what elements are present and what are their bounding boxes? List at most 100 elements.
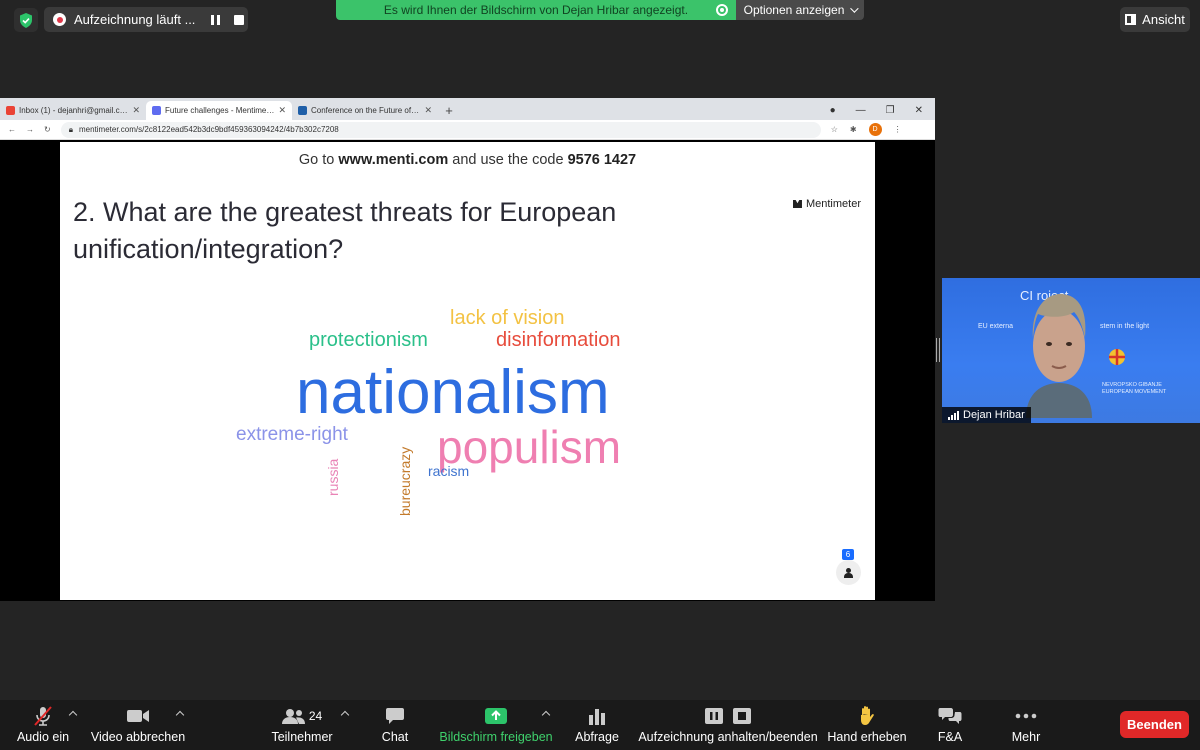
mentimeter-brand-text: Mentimeter <box>805 198 861 210</box>
share-screen-button[interactable]: Bildschirm freigeben <box>439 704 553 748</box>
muted-microphone-icon <box>34 706 52 726</box>
participant-name: Dejan Hribar <box>963 409 1025 421</box>
security-shield-icon[interactable] <box>14 8 38 32</box>
chat-bubble-icon <box>386 708 404 724</box>
recording-indicator: Aufzeichnung läuft ... <box>44 7 248 32</box>
poll-bar-chart-icon <box>589 709 605 725</box>
chevron-down-icon <box>850 4 860 13</box>
word-cloud-item: extreme-right <box>236 424 348 445</box>
audio-button[interactable]: Audio ein <box>14 704 72 748</box>
pause-icon <box>705 708 723 724</box>
more-dots-icon <box>1015 713 1037 719</box>
raise-hand-button-label: Hand erheben <box>827 730 907 744</box>
stop-icon <box>733 708 751 724</box>
end-meeting-button[interactable]: Beenden <box>1120 711 1189 738</box>
maximize-icon[interactable]: ❐ <box>886 105 895 116</box>
participants-button-label: Teilnehmer <box>271 730 333 744</box>
recording-control-button[interactable]: Aufzeichnung anhalten/beenden <box>638 704 818 748</box>
chat-button[interactable]: Chat <box>376 704 414 748</box>
mentimeter-favicon-icon <box>152 106 161 115</box>
meeting-toolbar: Audio ein Video abbrechen 24 Teilnehmer … <box>0 700 1200 750</box>
conference-favicon-icon <box>298 106 307 115</box>
more-button-label: Mehr <box>1011 730 1041 744</box>
mentimeter-logo: Mentimeter <box>792 198 861 210</box>
response-counter[interactable]: 6 <box>836 549 861 585</box>
stop-recording-button[interactable] <box>234 14 245 25</box>
mentimeter-slide: Go to www.menti.com and use the code 957… <box>60 142 875 600</box>
word-cloud-item: lack of vision <box>450 307 565 329</box>
view-layout-icon <box>1125 14 1137 25</box>
qa-button[interactable]: F&A <box>936 704 964 748</box>
european-movement-logo-icon <box>1109 349 1125 365</box>
extensions-icon[interactable]: ✱ <box>850 125 857 134</box>
view-options-button[interactable]: Optionen anzeigen <box>736 0 864 20</box>
new-tab-button[interactable]: + <box>438 101 460 120</box>
share-status-icon <box>716 4 728 16</box>
recording-dot-icon <box>53 13 66 26</box>
forward-arrow-icon[interactable]: → <box>26 125 34 134</box>
view-options-label: Optionen anzeigen <box>743 3 845 17</box>
word-cloud-item: disinformation <box>496 329 621 351</box>
poll-button[interactable]: Abfrage <box>574 704 620 748</box>
close-tab-icon[interactable]: ✕ <box>132 105 140 116</box>
screen-share-banner: Es wird Ihnen der Bildschirm von Dejan H… <box>336 0 736 20</box>
more-button[interactable]: Mehr <box>1010 704 1042 748</box>
tab-label: Future challenges - Mentimeter <box>165 106 275 115</box>
reload-icon[interactable]: ↻ <box>44 125 51 134</box>
tab-label: Inbox (1) - dejanhri@gmail.com <box>19 106 129 115</box>
instruction-code: 9576 1427 <box>567 152 637 168</box>
participants-button[interactable]: 24 Teilnehmer <box>271 704 333 748</box>
mentimeter-logo-icon <box>792 200 802 208</box>
close-tab-icon[interactable]: ✕ <box>424 105 432 116</box>
participants-options-caret[interactable] <box>340 710 350 720</box>
participant-video-tile[interactable]: CI roject EU externa stem in the light N… <box>942 278 1200 423</box>
word-cloud-item: bureucrazy <box>397 446 413 516</box>
browser-address-bar-row: ← → ↻ 🔒︎ mentimeter.com/s/2c8122ead542b3… <box>0 120 935 140</box>
audio-button-label: Audio ein <box>16 730 70 744</box>
word-cloud-item: nationalism <box>296 358 610 427</box>
response-count-badge: 6 <box>842 549 854 560</box>
participants-circle <box>836 560 861 585</box>
pause-recording-button[interactable] <box>211 14 221 25</box>
word-cloud-item: racism <box>428 463 470 479</box>
tab-label: Conference on the Future of Euro <box>311 106 421 115</box>
video-background-text: NEVROPSKO GIBANJE EUROPEAN MOVEMENT <box>1102 382 1167 396</box>
view-button[interactable]: Ansicht <box>1120 7 1190 32</box>
qa-bubbles-icon <box>938 708 962 724</box>
participants-icon <box>281 709 305 724</box>
video-button[interactable]: Video abbrechen <box>91 704 185 748</box>
browser-tab-gmail[interactable]: Inbox (1) - dejanhri@gmail.com ✕ <box>0 101 146 120</box>
share-banner-text: Es wird Ihnen der Bildschirm von Dejan H… <box>383 3 689 17</box>
bookmark-star-icon[interactable]: ☆ <box>831 125 838 134</box>
minimize-icon[interactable]: — <box>856 105 866 116</box>
close-window-icon[interactable]: ✕ <box>915 105 923 116</box>
browser-tab-mentimeter[interactable]: Future challenges - Mentimeter ✕ <box>146 101 292 120</box>
participant-video-image <box>1026 294 1092 418</box>
raised-hand-icon <box>861 706 874 725</box>
video-background-text: EU externa <box>978 323 1014 330</box>
word-cloud-item: russia <box>325 458 341 496</box>
profile-avatar[interactable]: D <box>868 123 882 136</box>
qa-button-label: F&A <box>937 730 963 744</box>
video-camera-icon <box>127 710 149 722</box>
url-field[interactable]: 🔒︎ mentimeter.com/s/2c8122ead542b3dc9bdf… <box>60 121 821 138</box>
shared-screen: Inbox (1) - dejanhri@gmail.com ✕ Future … <box>0 98 935 601</box>
browser-tab-conference[interactable]: Conference on the Future of Euro ✕ <box>292 101 438 120</box>
join-instruction: Go to www.menti.com and use the code 957… <box>60 152 875 168</box>
signal-strength-icon <box>948 410 959 420</box>
browser-tab-strip: Inbox (1) - dejanhri@gmail.com ✕ Future … <box>0 98 935 120</box>
back-arrow-icon[interactable]: ← <box>8 125 16 134</box>
close-tab-icon[interactable]: ✕ <box>278 105 286 116</box>
instruction-text: Go to <box>298 152 339 168</box>
gmail-favicon-icon <box>6 106 15 115</box>
lock-icon: 🔒︎ <box>68 124 73 134</box>
browser-menu-icon[interactable]: ⋮ <box>894 125 902 134</box>
poll-button-label: Abfrage <box>575 730 619 744</box>
share-screen-button-label: Bildschirm freigeben <box>439 730 553 744</box>
url-text: mentimeter.com/s/2c8122ead542b3dc9bdf459… <box>78 125 339 134</box>
view-button-label: Ansicht <box>1142 12 1185 27</box>
raise-hand-button[interactable]: Hand erheben <box>827 704 907 748</box>
tab-search-icon[interactable]: ● <box>830 105 836 116</box>
panel-resize-handle[interactable] <box>936 338 940 362</box>
instruction-text: and use the code <box>448 152 568 168</box>
